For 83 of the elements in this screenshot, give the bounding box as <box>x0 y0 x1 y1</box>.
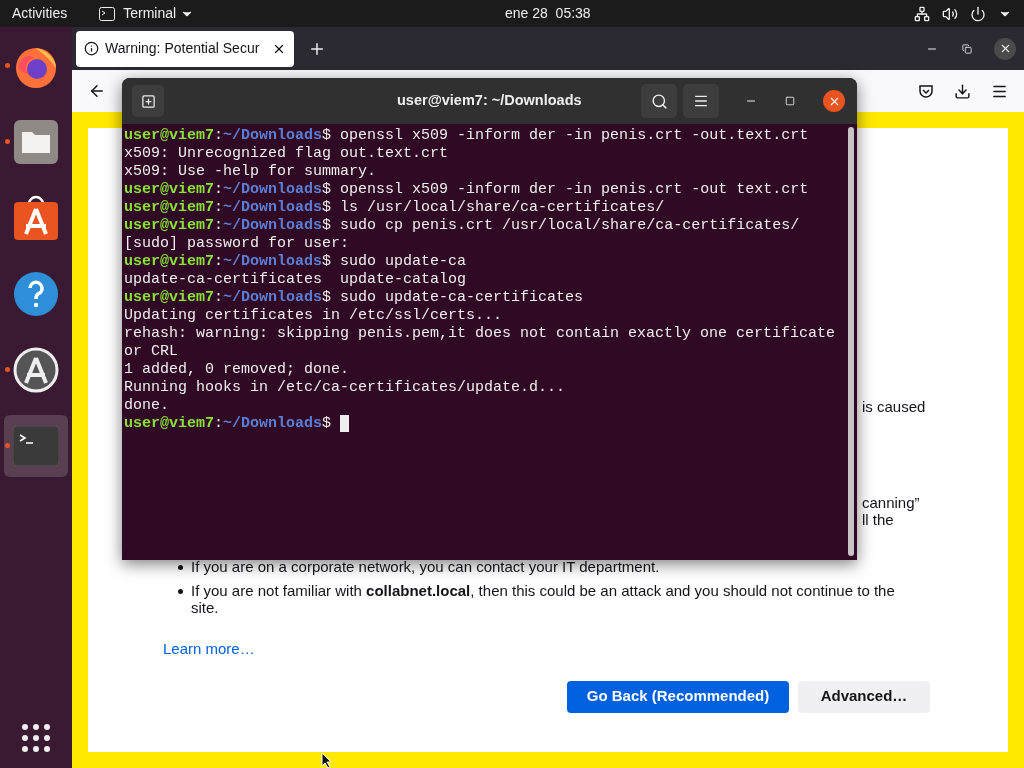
close-button[interactable] <box>994 37 1016 60</box>
command-text: sudo cp penis.crt /usr/local/share/ca-certificates/ <box>340 217 800 235</box>
bullet-icon <box>178 589 183 594</box>
command-text: sudo update-ca-certificates <box>340 289 584 307</box>
prompt-user: user@viem7 <box>124 253 214 271</box>
prompt-separator: : <box>214 253 224 271</box>
app-grid-button[interactable] <box>22 724 50 752</box>
command-text: openssl x509 -inform der -in penis.crt -out text.crt <box>340 181 809 199</box>
prompt-user: user@viem7 <box>124 415 214 433</box>
download-icon[interactable] <box>954 82 971 100</box>
output-text: or CRL <box>124 343 178 361</box>
folder-icon <box>14 120 58 164</box>
output-text: 1 added, 0 removed; done. <box>124 361 350 379</box>
output-text: x509: Use -help for summary. <box>124 163 377 181</box>
prompt-path: ~/Downloads <box>223 415 323 433</box>
paragraph-fragment: ll the <box>862 511 894 528</box>
info-icon <box>84 41 99 56</box>
prompt-path: ~/Downloads <box>223 181 323 199</box>
prompt-symbol: $ <box>322 181 332 199</box>
activities-button[interactable]: Activities <box>0 0 80 27</box>
pocket-icon[interactable] <box>918 83 934 99</box>
shopping-bag-icon <box>14 194 58 242</box>
command-text: sudo update-ca <box>340 253 467 271</box>
go-back-button[interactable]: Go Back (Recommended) <box>567 680 789 713</box>
new-tab-icon <box>140 93 156 109</box>
output-text: x509: Unrecognized flag out.text.crt <box>124 145 449 163</box>
paragraph-fragment: canning” <box>862 494 920 511</box>
prompt-separator: : <box>214 181 224 199</box>
output-text: rehash: warning: skipping penis.pem,it does not contain exactly one certificate <box>124 325 836 343</box>
prompt-separator: : <box>214 415 224 433</box>
output-text: Running hooks in /etc/ca-certificates/update.d... <box>124 379 566 397</box>
volume-icon[interactable] <box>942 5 958 22</box>
bullet-text: If you are not familiar with collabnet.local, then this could be an attack and you should not continue to the site. <box>191 582 896 616</box>
command-text: ls /usr/local/share/ca-certificates/ <box>340 199 665 217</box>
menu-icon <box>693 93 709 109</box>
prompt-user: user@viem7 <box>124 127 214 145</box>
prompt-symbol: $ <box>322 127 332 145</box>
advanced-button[interactable]: Advanced… <box>798 680 930 713</box>
output-text: done. <box>124 397 169 415</box>
search-button[interactable] <box>641 84 677 118</box>
prompt-path: ~/Downloads <box>223 289 323 307</box>
clock[interactable]: ene 28 05:38 <box>505 3 591 24</box>
restore-icon[interactable] <box>962 43 972 54</box>
new-tab-button[interactable] <box>132 85 164 117</box>
network-icon[interactable] <box>914 5 930 22</box>
search-icon <box>650 92 668 110</box>
prompt-path: ~/Downloads <box>223 253 323 271</box>
prompt-symbol: $ <box>322 289 332 307</box>
paragraph-fragment: is caused <box>862 398 926 415</box>
prompt-user: user@viem7 <box>124 199 214 217</box>
menu-button[interactable] <box>683 84 719 118</box>
prompt-path: ~/Downloads <box>223 217 323 235</box>
back-icon[interactable] <box>88 82 106 100</box>
prompt-separator: : <box>214 217 224 235</box>
app-menu[interactable]: Terminal <box>99 0 195 27</box>
prompt-separator: : <box>214 199 224 217</box>
prompt-separator: : <box>214 289 224 307</box>
prompt-user: user@viem7 <box>124 217 214 235</box>
prompt-symbol: $ <box>322 217 332 235</box>
terminal-icon <box>13 426 59 466</box>
maximize-icon[interactable] <box>785 96 795 106</box>
browser-tab[interactable]: Warning: Potential Secur <box>76 30 294 67</box>
bullet-icon <box>178 565 183 570</box>
window-title: user@viem7: ~/Downloads <box>397 91 582 111</box>
terminal-icon <box>99 6 116 21</box>
bullet-text: If you are on a corporate network, you can contact your IT department. <box>191 558 660 575</box>
prompt-path: ~/Downloads <box>223 199 323 217</box>
power-icon[interactable] <box>970 5 986 22</box>
prompt-symbol: $ <box>322 415 332 433</box>
prompt-symbol: $ <box>322 199 332 217</box>
output-text: [sudo] password for user: <box>124 235 350 253</box>
prompt-user: user@viem7 <box>124 181 214 199</box>
prompt-separator: : <box>214 127 224 145</box>
output-text: Updating certificates in /etc/ssl/certs... <box>124 307 503 325</box>
prompt-path: ~/Downloads <box>223 127 323 145</box>
help-icon <box>13 271 59 317</box>
close-button[interactable] <box>823 90 845 112</box>
updater-icon <box>13 347 59 393</box>
command-text: openssl x509 -inform der -in penis.crt -out.text.crt <box>340 127 809 145</box>
learn-more-link[interactable]: Learn more… <box>163 638 255 661</box>
prompt-symbol: $ <box>322 253 332 271</box>
prompt-user: user@viem7 <box>124 289 214 307</box>
output-text: update-ca-certificates update-catalog <box>124 271 467 289</box>
